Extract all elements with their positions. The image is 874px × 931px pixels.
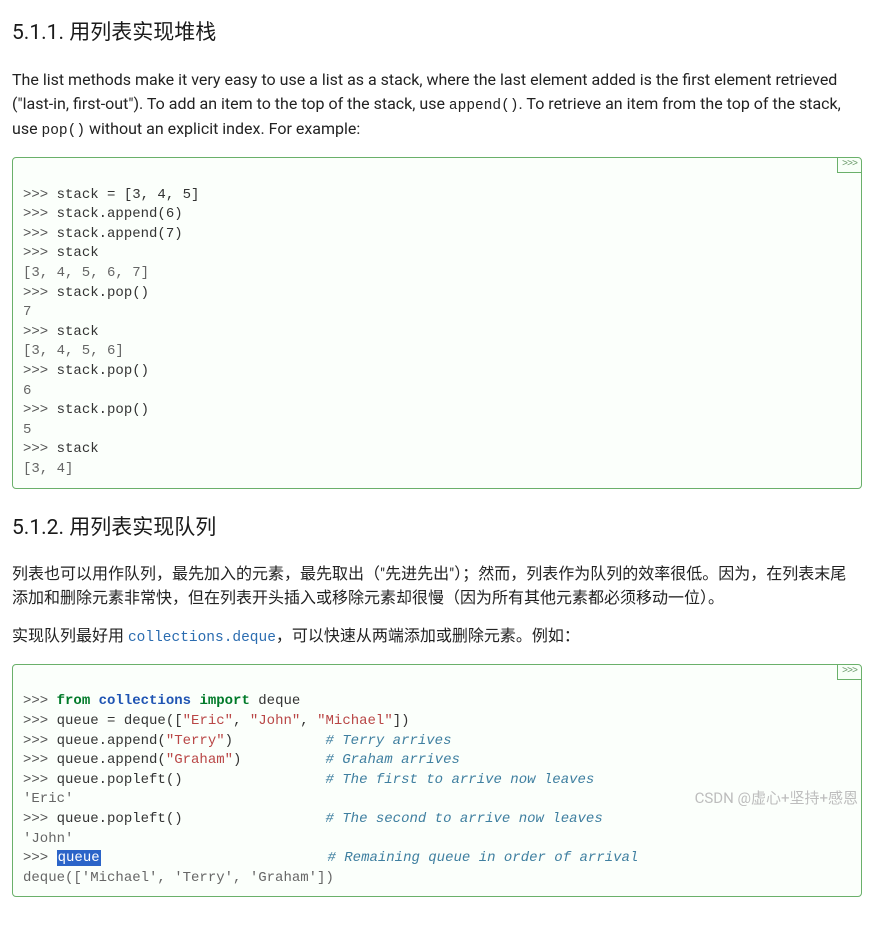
code-line: stack = [3, 4, 5] (57, 187, 200, 203)
section-511-paragraph: The list methods make it very easy to us… (12, 68, 862, 144)
code-block-queue: >>> >>> from collections import deque >>>… (12, 664, 862, 898)
code-comment: # Graham arrives (325, 752, 459, 768)
code-output: [3, 4, 5, 6] (23, 343, 124, 359)
code-line: stack.pop() (57, 363, 149, 379)
code-fragment: ]) (393, 713, 410, 729)
code-fragment: queue.popleft() (57, 811, 183, 827)
repl-prompt: >>> (23, 850, 57, 866)
code-comment: # Remaining queue in order of arrival (327, 850, 638, 866)
padding (183, 811, 326, 827)
code-comment: # The first to arrive now leaves (325, 772, 594, 788)
copy-button[interactable]: >>> (837, 157, 862, 173)
code-output: [3, 4, 5, 6, 7] (23, 265, 149, 281)
text-fragment: 实现队列最好用 (12, 626, 128, 645)
string-literal: "Graham" (166, 752, 233, 768)
module-name: collections (99, 693, 191, 709)
code-comment: # Terry arrives (325, 733, 451, 749)
string-literal: "John" (250, 713, 300, 729)
code-fragment: queue.append( (57, 733, 166, 749)
code-comment: # The second to arrive now leaves (325, 811, 602, 827)
code-line: stack.pop() (57, 402, 149, 418)
repl-prompt: >>> (23, 285, 57, 301)
code-line: stack (57, 324, 99, 340)
repl-prompt: >>> (23, 811, 57, 827)
code-output: 'John' (23, 831, 73, 847)
repl-prompt: >>> (23, 772, 57, 788)
repl-prompt: >>> (23, 363, 57, 379)
padding (233, 733, 325, 749)
padding (183, 772, 326, 788)
code-line: stack (57, 441, 99, 457)
repl-prompt: >>> (23, 733, 57, 749)
repl-prompt: >>> (23, 402, 57, 418)
code-fragment: queue.append( (57, 752, 166, 768)
code-line: stack.append(6) (57, 206, 183, 222)
highlighted-text: queue (57, 850, 101, 866)
repl-prompt: >>> (23, 693, 57, 709)
text-fragment: ，可以快速从两端添加或删除元素。例如： (276, 626, 580, 645)
section-512-paragraph-2: 实现队列最好用 collections.deque，可以快速从两端添加或删除元素… (12, 624, 862, 650)
repl-prompt: >>> (23, 713, 57, 729)
code-output: 6 (23, 383, 31, 399)
code-output: [3, 4] (23, 461, 73, 477)
import-target: deque (250, 693, 300, 709)
link-collections-deque[interactable]: collections.deque (128, 630, 276, 646)
code-fragment: ) (225, 733, 233, 749)
section-heading-512: 5.1.2. 用列表实现队列 (12, 513, 862, 545)
string-literal: "Terry" (166, 733, 225, 749)
repl-prompt: >>> (23, 752, 57, 768)
code-line: stack.pop() (57, 285, 149, 301)
code-fragment: , (300, 713, 317, 729)
keyword-from: from (57, 693, 91, 709)
code-fragment: queue = deque([ (57, 713, 183, 729)
code-line: stack.append(7) (57, 226, 183, 242)
code-block-stack: >>> >>> stack = [3, 4, 5] >>> stack.appen… (12, 157, 862, 489)
padding (101, 850, 328, 866)
code-output: 5 (23, 422, 31, 438)
code-fragment: queue.popleft() (57, 772, 183, 788)
repl-prompt: >>> (23, 324, 57, 340)
keyword-import: import (199, 693, 249, 709)
inline-code-pop: pop() (42, 123, 86, 139)
code-fragment: , (233, 713, 250, 729)
section-heading-511: 5.1.1. 用列表实现堆栈 (12, 18, 862, 50)
code-output: 'Eric' (23, 791, 73, 807)
repl-prompt: >>> (23, 187, 57, 203)
repl-prompt: >>> (23, 441, 57, 457)
code-output: 7 (23, 304, 31, 320)
text-fragment: without an explicit index. For example: (85, 119, 360, 138)
code-output: deque(['Michael', 'Terry', 'Graham']) (23, 870, 334, 886)
string-literal: "Michael" (317, 713, 393, 729)
repl-prompt: >>> (23, 245, 57, 261)
copy-button[interactable]: >>> (837, 664, 862, 680)
code-line: stack (57, 245, 99, 261)
padding (241, 752, 325, 768)
section-512-paragraph-1: 列表也可以用作队列，最先加入的元素，最先取出（"先进先出"）；然而，列表作为队列… (12, 562, 862, 610)
inline-code-append: append() (449, 98, 519, 114)
string-literal: "Eric" (183, 713, 233, 729)
repl-prompt: >>> (23, 226, 57, 242)
repl-prompt: >>> (23, 206, 57, 222)
